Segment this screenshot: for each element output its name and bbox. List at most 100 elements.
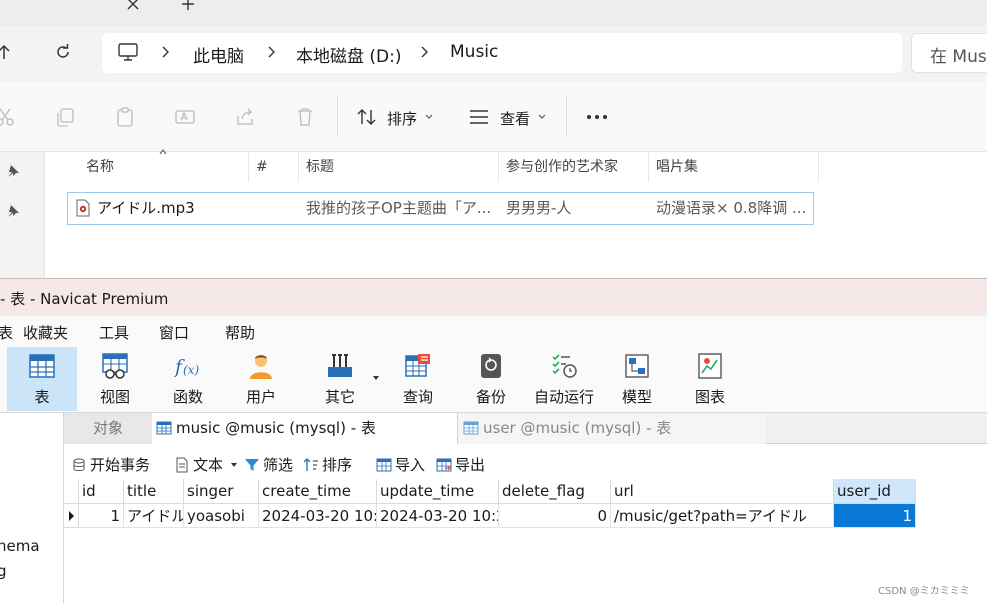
- column-header-title[interactable]: 标题: [306, 152, 334, 182]
- column-header-id[interactable]: id: [79, 479, 124, 504]
- cell-url[interactable]: /music/get?path=アイドル: [611, 504, 834, 528]
- breadcrumb-local-disk[interactable]: 本地磁盘 (D:): [296, 42, 402, 67]
- tab-label: user @music (mysql) - 表: [483, 419, 672, 437]
- cell-update-time[interactable]: 2024-03-20 10:2: [377, 504, 499, 528]
- column-header-title[interactable]: title: [124, 479, 184, 504]
- column-divider[interactable]: [298, 152, 299, 182]
- cell-id[interactable]: 1: [79, 504, 124, 528]
- file-name[interactable]: アイドル.mp3: [97, 192, 247, 225]
- filter-label: 筛选: [263, 456, 294, 474]
- filter-button[interactable]: 筛选: [244, 455, 293, 475]
- toolbar-other-button[interactable]: 其它: [305, 347, 375, 411]
- column-header-artist[interactable]: 参与创作的艺术家: [506, 152, 618, 182]
- cell-delete-flag[interactable]: 0: [499, 504, 611, 528]
- menu-help[interactable]: 帮助: [225, 322, 255, 343]
- tools-icon: [326, 352, 354, 382]
- close-tab-icon[interactable]: [125, 0, 141, 12]
- breadcrumb-this-pc[interactable]: 此电脑: [193, 42, 244, 67]
- import-button[interactable]: 导入: [376, 455, 425, 475]
- export-label: 导出: [455, 456, 486, 474]
- search-input[interactable]: 在 Music: [911, 33, 987, 73]
- function-icon: f (x): [174, 352, 202, 382]
- grid-corner[interactable]: [64, 479, 79, 504]
- begin-transaction-button[interactable]: 开始事务: [71, 455, 150, 475]
- delete-icon[interactable]: [294, 106, 316, 128]
- column-header-number[interactable]: #: [256, 152, 268, 182]
- menu-tools[interactable]: 工具: [99, 322, 129, 343]
- toolbar-function-button[interactable]: f (x) 函数: [153, 347, 223, 411]
- cut-icon[interactable]: [0, 106, 16, 128]
- column-divider[interactable]: [818, 152, 819, 182]
- toolbar-user-button[interactable]: 用户: [226, 347, 296, 411]
- cell-create-time[interactable]: 2024-03-20 10:2: [259, 504, 377, 528]
- user-icon: [247, 352, 275, 382]
- sort-icon[interactable]: [356, 106, 378, 128]
- audio-file-icon: [75, 199, 91, 217]
- chevron-right-icon[interactable]: [160, 45, 170, 59]
- toolbar-label: 函数: [172, 388, 203, 406]
- chevron-right-icon[interactable]: [266, 45, 276, 59]
- tab-user-table[interactable]: user @music (mysql) - 表: [458, 413, 766, 444]
- up-arrow-icon[interactable]: [0, 43, 12, 61]
- export-button[interactable]: 导出: [436, 455, 485, 475]
- toolbar-model-button[interactable]: 模型: [602, 347, 672, 411]
- new-tab-icon[interactable]: [180, 0, 196, 12]
- sort-ascending-icon: [158, 148, 168, 156]
- tree-item-schema[interactable]: hema: [0, 537, 40, 555]
- column-header-name[interactable]: 名称: [86, 152, 114, 182]
- menu-favorites[interactable]: 收藏夹: [23, 322, 68, 343]
- column-divider[interactable]: [648, 152, 649, 182]
- begin-transaction-label: 开始事务: [90, 456, 151, 474]
- view-button[interactable]: 查看: [500, 108, 530, 129]
- column-header-album[interactable]: 唱片集: [656, 152, 698, 182]
- column-divider[interactable]: [248, 152, 249, 182]
- share-icon[interactable]: [234, 106, 256, 128]
- toolbar-query-button[interactable]: 查询: [383, 347, 453, 411]
- toolbar-view-button[interactable]: 视图: [80, 347, 150, 411]
- table-icon: [28, 352, 56, 382]
- column-header-create-time[interactable]: create_time: [259, 479, 377, 504]
- text-button[interactable]: 文本: [174, 455, 223, 475]
- rename-icon[interactable]: [174, 106, 196, 128]
- refresh-icon[interactable]: [54, 43, 72, 61]
- column-divider[interactable]: [498, 152, 499, 182]
- toolbar-chart-button[interactable]: 图表: [675, 347, 745, 411]
- file-artist: 男男男-人: [506, 199, 572, 217]
- chevron-down-icon[interactable]: [372, 375, 380, 381]
- chevron-down-icon[interactable]: [537, 113, 547, 121]
- toolbar-table-button[interactable]: 表: [7, 347, 77, 411]
- tree-item-truncated[interactable]: g: [0, 562, 7, 580]
- file-title: 我推的孩子OP主题曲「ア...: [306, 199, 492, 217]
- cell-singer[interactable]: yoasobi: [184, 504, 259, 528]
- column-header-user-id[interactable]: user_id: [834, 479, 916, 504]
- breadcrumb-music[interactable]: Music: [450, 42, 498, 62]
- computer-icon: [117, 42, 139, 62]
- pin-icon[interactable]: [6, 204, 20, 218]
- document-icon: [174, 457, 190, 473]
- column-header-singer[interactable]: singer: [184, 479, 259, 504]
- chevron-down-icon[interactable]: [230, 462, 238, 468]
- import-label: 导入: [395, 456, 426, 474]
- toolbar-automation-button[interactable]: 自动运行: [529, 347, 599, 411]
- pin-icon[interactable]: [6, 164, 20, 178]
- cell-user-id[interactable]: 1: [834, 504, 916, 528]
- menu-table[interactable]: 表: [0, 322, 13, 343]
- sort-button[interactable]: 排序: [303, 455, 352, 475]
- more-options-icon[interactable]: [586, 114, 608, 120]
- column-header-url[interactable]: url: [611, 479, 834, 504]
- tab-music-table[interactable]: music @music (mysql) - 表: [152, 413, 458, 444]
- menu-window[interactable]: 窗口: [159, 322, 189, 343]
- copy-icon[interactable]: [54, 106, 76, 128]
- column-header-update-time[interactable]: update_time: [377, 479, 499, 504]
- sort-button[interactable]: 排序: [387, 108, 417, 129]
- view-list-icon[interactable]: [468, 107, 490, 127]
- cell-title[interactable]: アイドル: [124, 504, 184, 528]
- paste-icon[interactable]: [114, 106, 136, 128]
- toolbar-backup-button[interactable]: 备份: [456, 347, 526, 411]
- row-marker[interactable]: [64, 504, 79, 528]
- chevron-down-icon[interactable]: [424, 113, 434, 121]
- chevron-right-icon[interactable]: [419, 45, 429, 59]
- tab-objects[interactable]: 对象: [64, 413, 152, 444]
- search-placeholder: 在 Music: [930, 47, 987, 67]
- column-header-delete-flag[interactable]: delete_flag: [499, 479, 611, 504]
